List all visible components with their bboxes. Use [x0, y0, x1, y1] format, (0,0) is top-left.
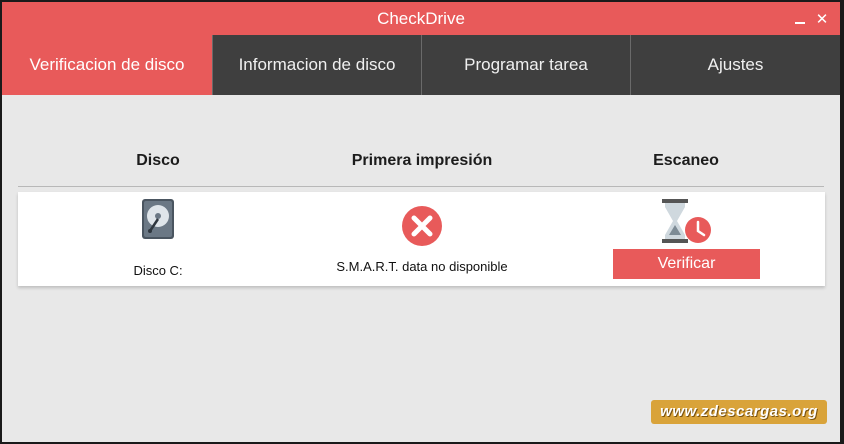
column-header-primera-impresion: Primera impresión: [351, 152, 493, 169]
tab-programar-tarea[interactable]: Programar tarea: [422, 35, 631, 95]
hourglass-clock-icon: [662, 199, 711, 243]
tab-ajustes[interactable]: Ajustes: [631, 35, 840, 95]
smart-status-text: S.M.A.R.T. data no disponible: [336, 259, 508, 274]
error-x-icon: [402, 206, 442, 246]
disk-label: Disco C:: [133, 263, 183, 278]
tab-verificacion-de-disco[interactable]: Verificacion de disco: [2, 35, 213, 95]
close-icon: ✕: [815, 10, 829, 28]
window-title: CheckDrive: [377, 9, 465, 28]
watermark-logo: www.zdescargas.org: [651, 400, 827, 424]
column-header-disco: Disco: [136, 152, 180, 169]
table-row: Disco C: S.M.A.R.T. data no disponible V…: [18, 192, 825, 286]
tab-informacion-de-disco[interactable]: Informacion de disco: [213, 35, 422, 95]
minimize-button[interactable]: [788, 2, 812, 35]
tab-bar: Verificacion de disco Informacion de dis…: [2, 35, 840, 95]
close-button[interactable]: ✕: [810, 2, 834, 35]
verify-button[interactable]: Verificar: [613, 249, 760, 279]
hard-drive-icon: [142, 199, 174, 239]
column-header-escaneo: Escaneo: [653, 152, 719, 169]
table-header: Disco Primera impresión Escaneo: [18, 142, 824, 187]
title-bar: CheckDrive ✕: [2, 2, 840, 35]
app-window: CheckDrive ✕ Verificacion de disco Infor…: [2, 2, 840, 442]
minimize-icon: [795, 21, 805, 24]
